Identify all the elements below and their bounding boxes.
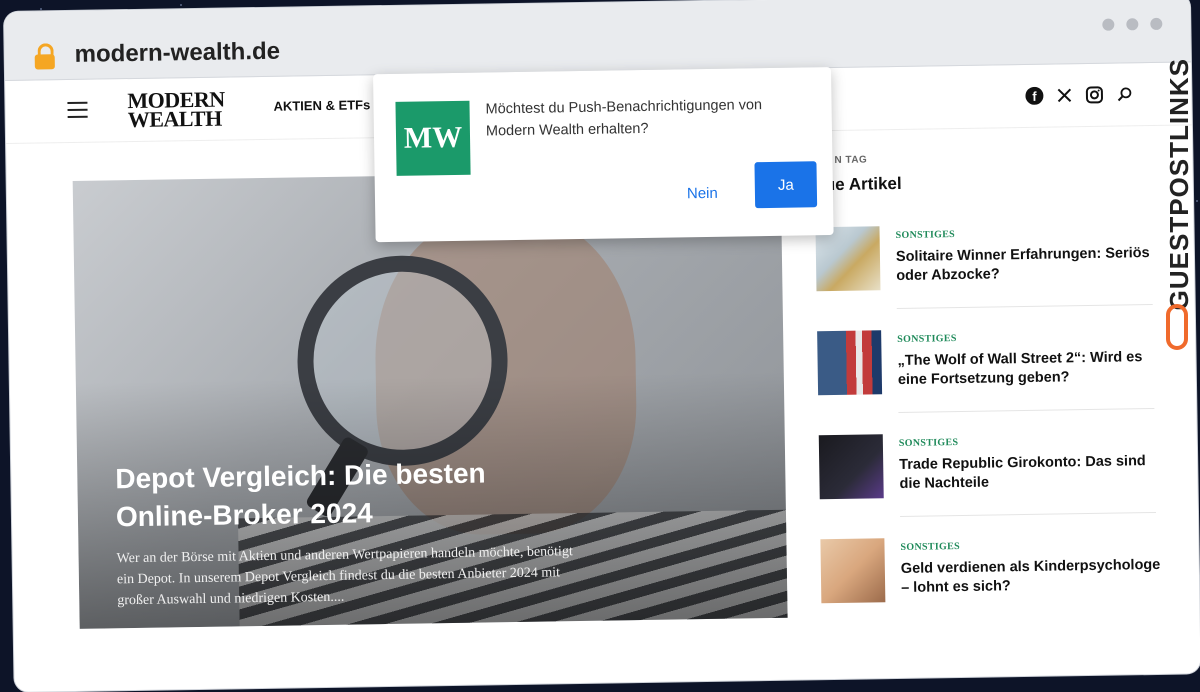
search-icon[interactable] [1115,86,1133,107]
window-dot[interactable] [1102,18,1115,31]
divider [896,303,1153,310]
window-dot[interactable] [1126,18,1139,31]
sidebar-tag: N TAG [834,154,868,166]
popup-message: Möchtest du Push-Benachrichtigungen von … [485,97,763,140]
guestpostlinks-watermark: GUESTPOSTLINKS [1156,58,1196,358]
push-notification-dialog: MW Möchtest du Push-Benachrichtigungen v… [373,67,834,243]
yes-button[interactable]: Ja [754,161,818,209]
article-title[interactable]: Geld verdienen als Kinderpsychologe – lo… [901,556,1162,598]
list-item[interactable]: SONSTIGES „The Wolf of Wall Street 2“: W… [817,326,1159,431]
list-item[interactable]: SONSTIGES Geld verdienen als Kinderpsych… [820,534,1162,639]
article-thumbnail[interactable] [820,538,886,604]
watermark-text: GUESTPOSTLINKS [1164,58,1194,311]
article-title[interactable]: Solitaire Winner Erfahrungen: Seriös ode… [896,244,1157,286]
browser-window: modern-wealth.de MODERN WEALTH AKTIEN & … [4,0,1200,692]
lock-icon [34,43,55,70]
article-thumbnail[interactable] [818,434,884,500]
hero-excerpt: Wer an der Börse mit Aktien und anderen … [116,544,573,609]
divider [900,511,1157,517]
article-category[interactable]: SONSTIGES [896,229,956,241]
sidebar: N TAG ue Artikel SONSTIGES Solitaire Win… [814,150,1160,604]
article-title[interactable]: Trade Republic Girokonto: Das sind die N… [899,452,1160,494]
link-icon [1166,304,1188,350]
hero-title[interactable]: Depot Vergleich: Die besten Online-Broke… [115,453,576,536]
address-bar-url[interactable]: modern-wealth.de [74,38,280,69]
logo-line-2: WEALTH [127,105,222,133]
article-thumbnail[interactable] [815,226,881,292]
divider [898,407,1155,414]
article-category[interactable]: SONSTIGES [899,437,959,449]
site-logo[interactable]: MODERN WEALTH [127,87,225,133]
instagram-icon[interactable] [1085,86,1103,109]
article-title[interactable]: „The Wolf of Wall Street 2“: Wird es ein… [897,348,1158,390]
article-thumbnail[interactable] [817,330,883,396]
facebook-icon[interactable]: f [1025,86,1044,110]
popup-logo: MW [395,100,471,176]
article-category[interactable]: SONSTIGES [900,541,960,553]
window-dot[interactable] [1150,17,1163,30]
sidebar-heading: ue Artikel [824,173,902,195]
x-icon[interactable] [1055,87,1073,108]
no-button[interactable]: Nein [675,177,730,211]
menu-icon[interactable] [67,101,88,123]
list-item[interactable]: SONSTIGES Solitaire Winner Erfahrungen: … [815,222,1157,327]
nav-item-aktien-etfs[interactable]: AKTIEN & ETFs [273,97,370,114]
social-icons: f [1025,85,1133,110]
window-controls [1102,17,1163,31]
article-category[interactable]: SONSTIGES [897,333,957,345]
list-item[interactable]: SONSTIGES Trade Republic Girokonto: Das … [818,430,1161,535]
